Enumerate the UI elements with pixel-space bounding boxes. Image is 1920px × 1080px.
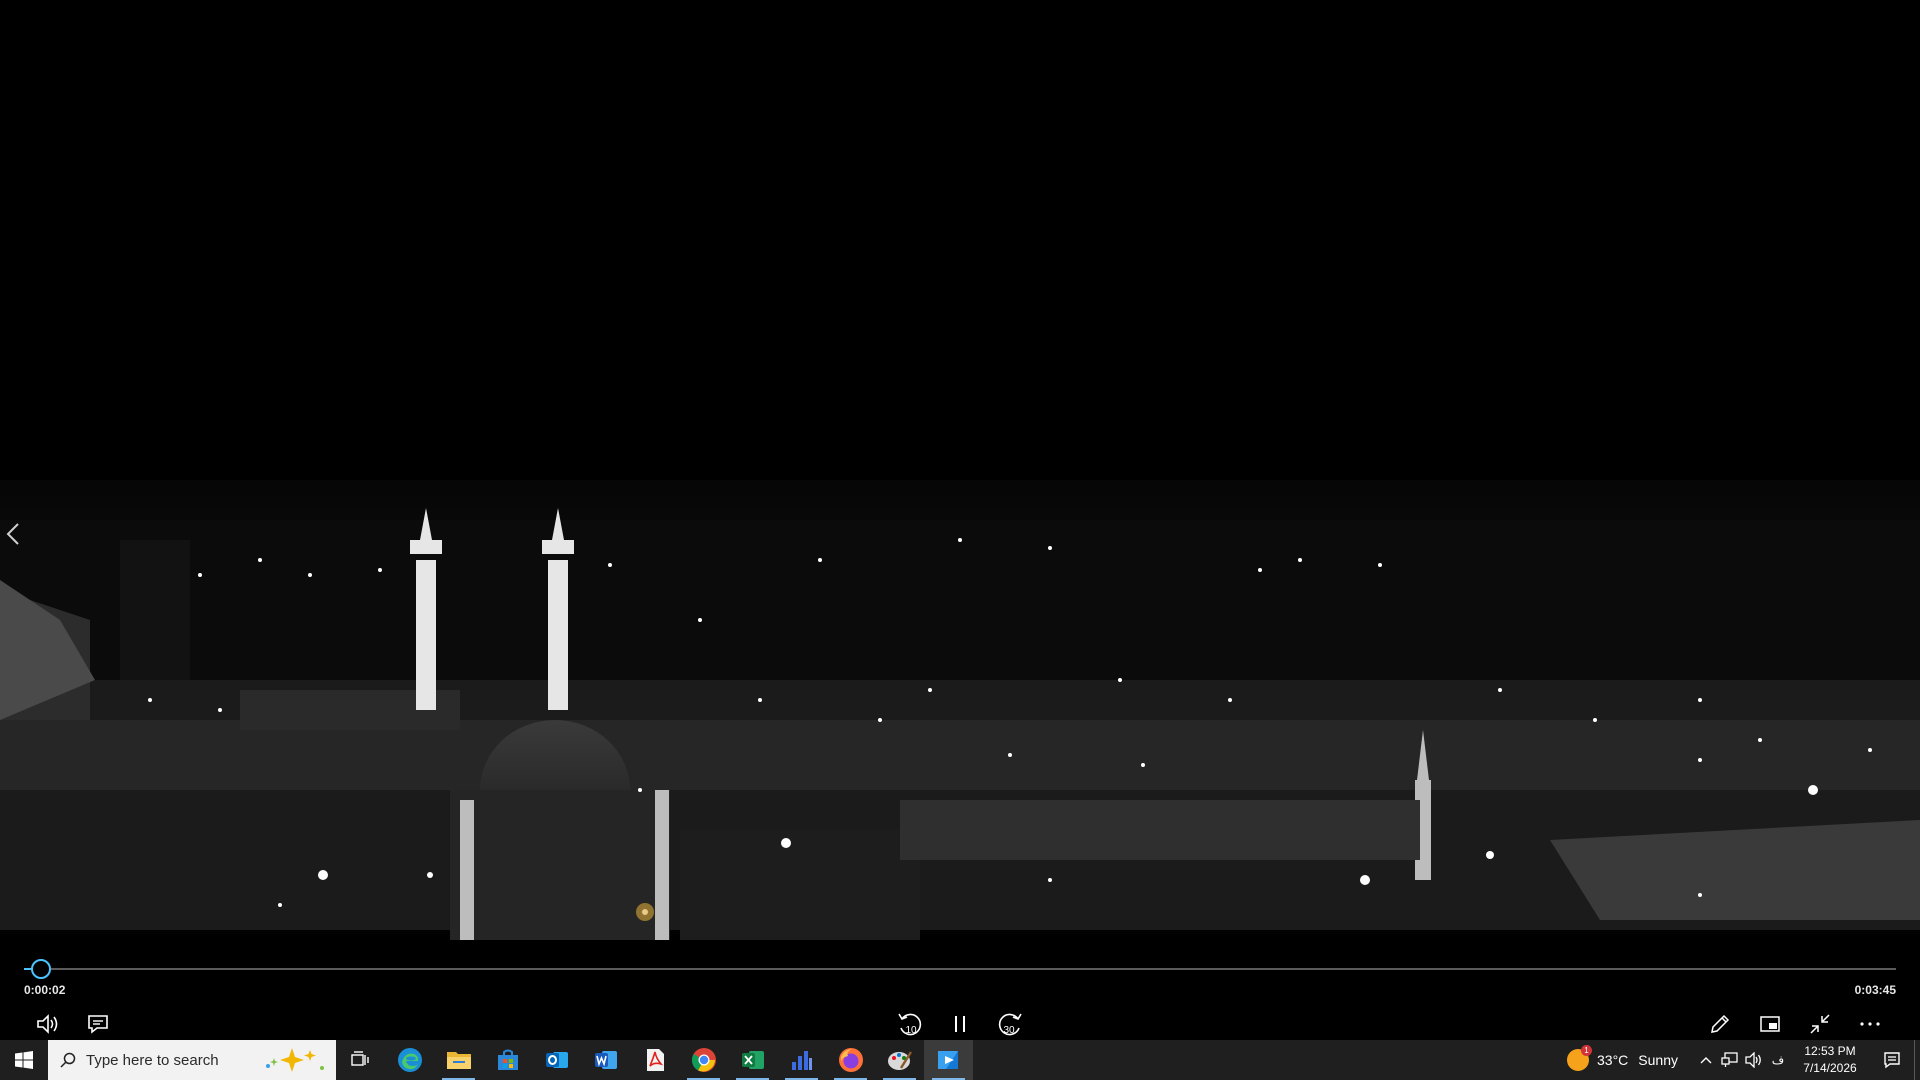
network-icon (1721, 1052, 1738, 1067)
show-hidden-icons-button[interactable] (1694, 1040, 1718, 1080)
media-player-window: 0:00:02 0:03:45 10 30 Type here to searc… (0, 0, 1920, 1080)
weather-condition: Sunny (1638, 1052, 1678, 1068)
taskbar-chrome[interactable] (679, 1040, 728, 1080)
microsoft-store-icon (497, 1049, 518, 1070)
taskbar-acrobat[interactable] (630, 1040, 679, 1080)
word-icon (594, 1051, 617, 1069)
show-desktop-button[interactable] (1914, 1040, 1920, 1080)
media-player-icon (937, 1051, 958, 1069)
notification-icon (1884, 1052, 1900, 1069)
captions-icon (88, 1015, 108, 1034)
chevron-up-icon (1700, 1057, 1712, 1064)
skip-back-label: 10 (905, 1025, 917, 1036)
total-duration: 0:03:45 (1854, 983, 1896, 997)
file-explorer-icon (446, 1052, 471, 1069)
acrobat-icon (646, 1049, 664, 1071)
previous-arrow[interactable] (6, 522, 30, 558)
taskbar-edge[interactable] (385, 1040, 434, 1080)
search-icon (60, 1052, 76, 1068)
edit-pencil-icon (1711, 1014, 1730, 1033)
excel-icon (741, 1051, 764, 1069)
more-options-button[interactable] (1850, 1008, 1890, 1040)
sun-icon: 1 (1567, 1045, 1593, 1071)
clock-time: 12:53 PM (1804, 1044, 1856, 1058)
taskbar-search[interactable]: Type here to search (48, 1040, 336, 1080)
chrome-icon (691, 1048, 716, 1072)
night-city-scene (0, 0, 1920, 940)
elapsed-time: 0:00:02 (24, 983, 66, 997)
system-tray: 1 33°C Sunny ف 12:53 PM 7/14/2026 (1557, 1040, 1920, 1080)
search-highlight-sparkle-icon (266, 1048, 324, 1072)
taskbar-clock[interactable]: 12:53 PM 7/14/2026 (1790, 1040, 1870, 1080)
edit-button[interactable] (1700, 1008, 1740, 1040)
taskbar-file-explorer[interactable] (434, 1040, 483, 1080)
mini-view-button[interactable] (1750, 1008, 1790, 1040)
volume-button[interactable] (28, 1008, 68, 1040)
chevron-left-icon (6, 523, 19, 545)
weather-badge: 1 (1581, 1045, 1593, 1056)
taskbar: Type here to search 1 33°C Sunny ف 12:53… (0, 1040, 1920, 1080)
task-view-icon (350, 1051, 369, 1066)
edge-icon (397, 1048, 422, 1072)
analytics-icon (791, 1051, 812, 1070)
mini-view-icon (1760, 1016, 1780, 1032)
speaker-icon (1745, 1052, 1761, 1068)
weather-widget[interactable]: 1 33°C Sunny (1557, 1040, 1688, 1080)
taskbar-media-player[interactable] (924, 1040, 973, 1080)
taskbar-word[interactable] (581, 1040, 630, 1080)
skip-back-button[interactable]: 10 (890, 1008, 930, 1040)
language-indicator: ف (1771, 1053, 1785, 1067)
video-frame[interactable] (0, 0, 1920, 940)
speaker-button[interactable] (1742, 1040, 1766, 1080)
pause-button[interactable] (940, 1008, 980, 1040)
paint-icon (887, 1051, 912, 1070)
pause-icon (955, 1016, 965, 1032)
task-view-button[interactable] (336, 1040, 385, 1080)
skip-forward-30-icon: 30 (998, 1013, 1022, 1036)
language-button[interactable]: ف (1766, 1040, 1790, 1080)
more-options-icon (1860, 1022, 1880, 1026)
taskbar-paint[interactable] (875, 1040, 924, 1080)
exit-fullscreen-button[interactable] (1800, 1008, 1840, 1040)
taskbar-microsoft-store[interactable] (483, 1040, 532, 1080)
taskbar-analytics[interactable] (777, 1040, 826, 1080)
exit-fullscreen-icon (1810, 1014, 1830, 1034)
taskbar-firefox[interactable] (826, 1040, 875, 1080)
notification-center-button[interactable] (1870, 1040, 1914, 1080)
weather-temperature: 33°C (1597, 1052, 1629, 1068)
seek-thumb[interactable] (30, 959, 51, 979)
skip-forward-label: 30 (1003, 1025, 1015, 1036)
skip-forward-button[interactable]: 30 (990, 1008, 1030, 1040)
outlook-icon (545, 1052, 568, 1068)
captions-button[interactable] (78, 1008, 118, 1040)
clock-date: 7/14/2026 (1803, 1061, 1857, 1075)
taskbar-excel[interactable] (728, 1040, 777, 1080)
search-placeholder: Type here to search (86, 1051, 219, 1069)
firefox-icon (838, 1048, 863, 1072)
taskbar-outlook[interactable] (532, 1040, 581, 1080)
network-button[interactable] (1718, 1040, 1742, 1080)
skip-back-10-icon: 10 (898, 1013, 922, 1036)
windows-logo-icon (15, 1051, 33, 1069)
seek-bar[interactable] (24, 959, 1896, 979)
volume-icon (37, 1014, 58, 1034)
start-button[interactable] (0, 1040, 48, 1080)
